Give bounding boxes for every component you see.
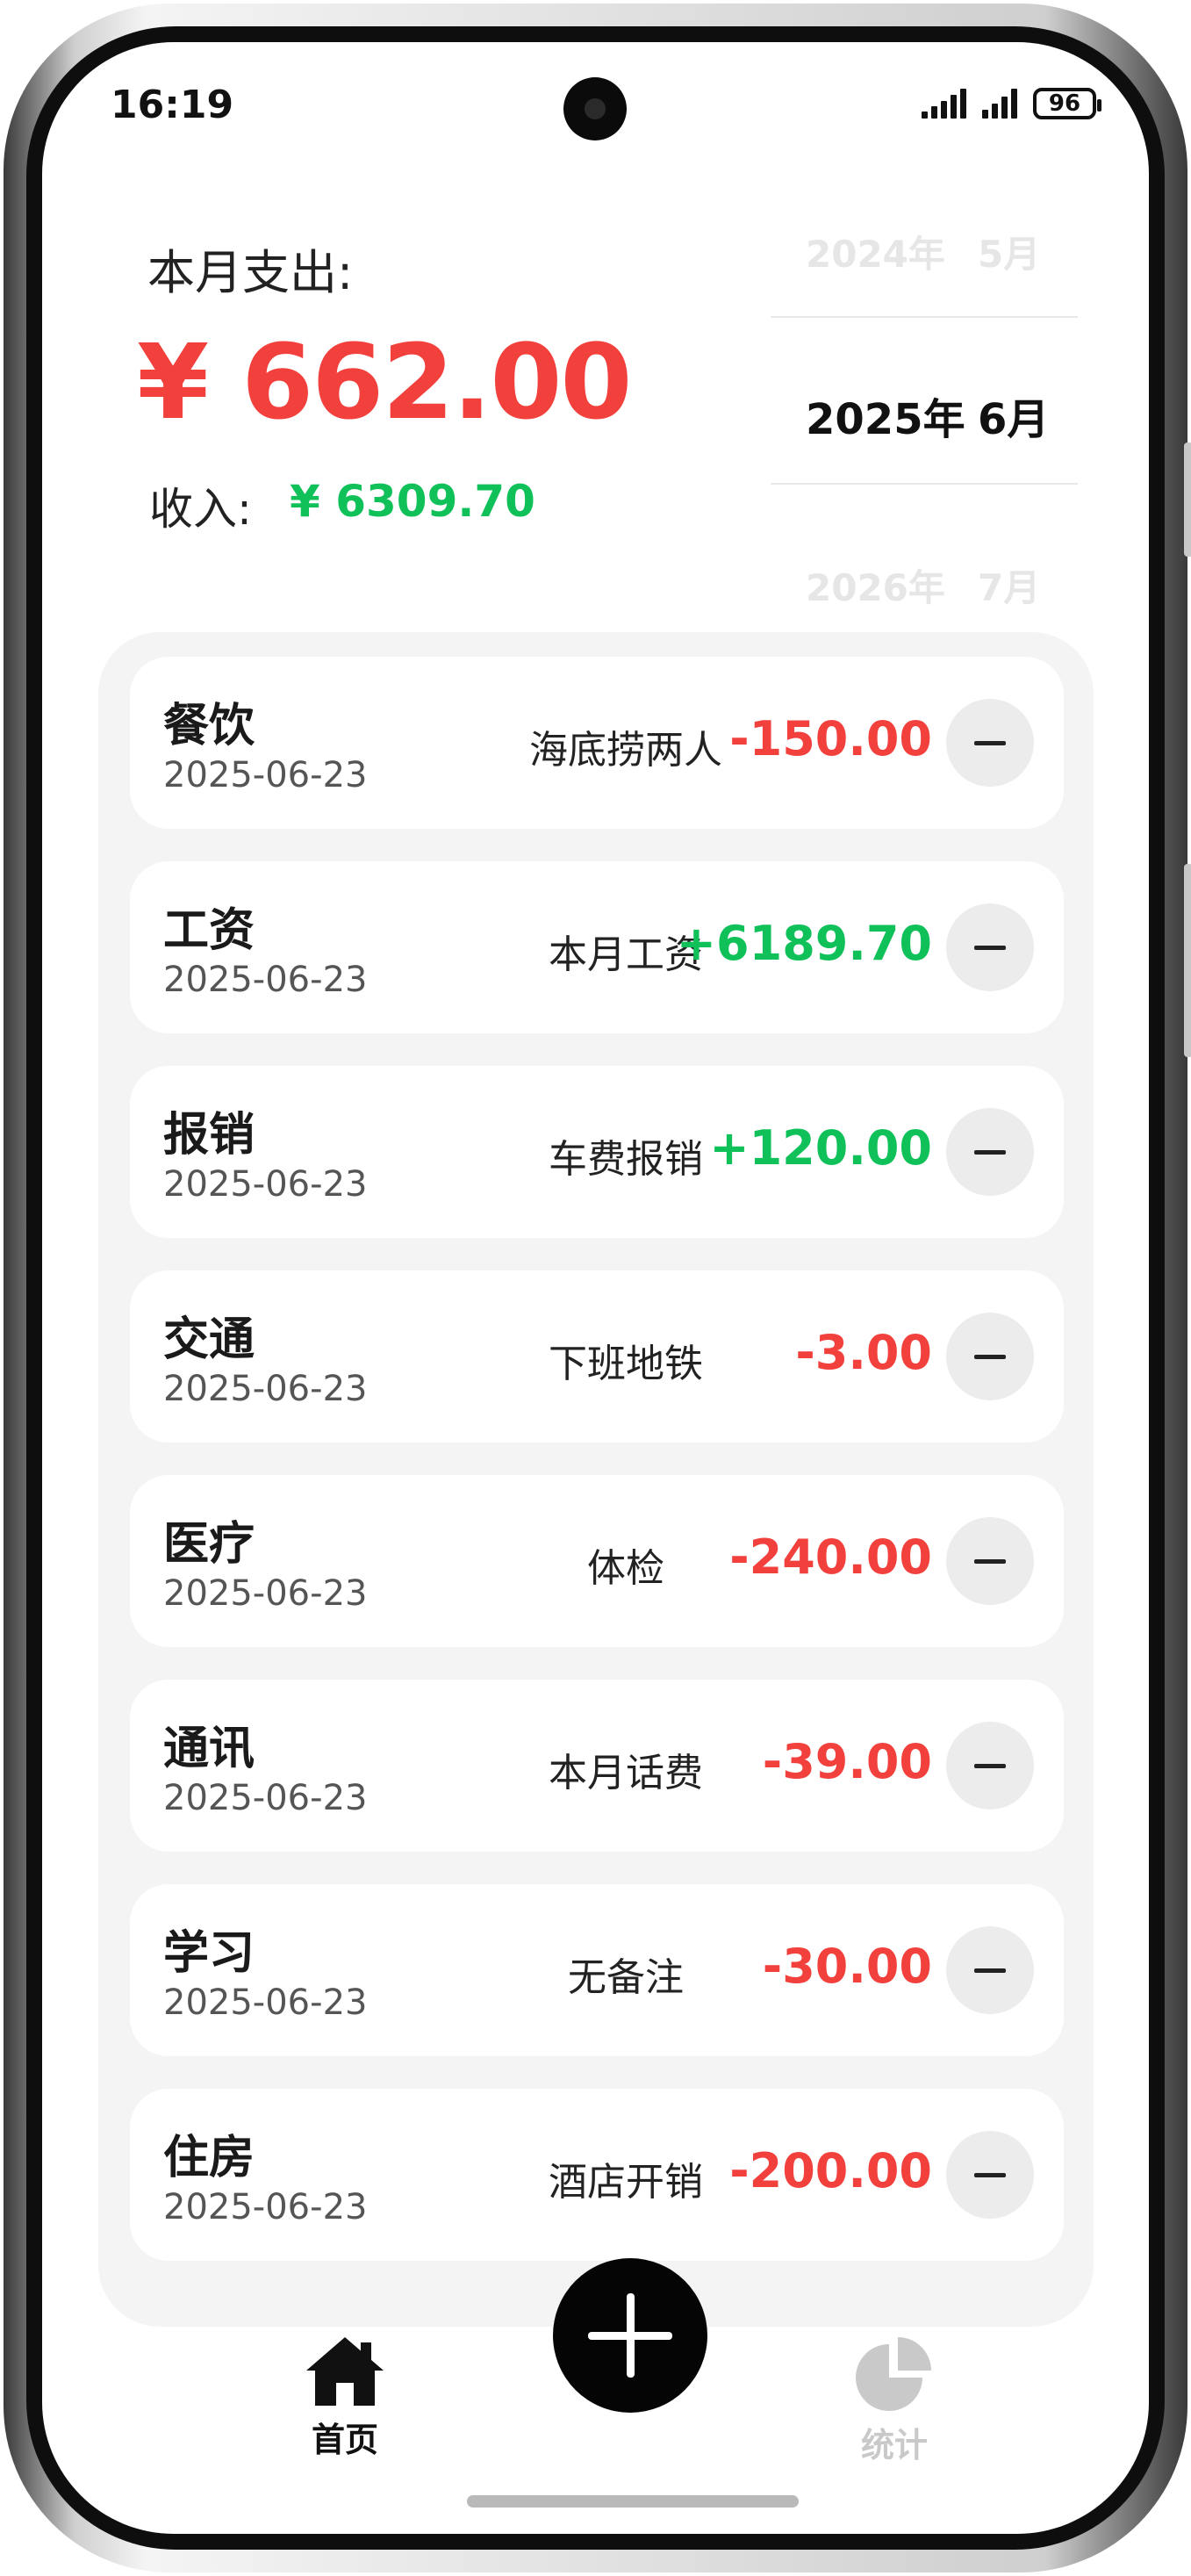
plus-icon [626, 2293, 635, 2378]
minus-icon [974, 1149, 1006, 1155]
record-card[interactable]: 交通 2025-06-23 下班地铁 -3.00 [130, 1270, 1064, 1443]
record-card[interactable]: 工资 2025-06-23 本月工资 +6189.70 [130, 861, 1064, 1033]
home-indicator[interactable] [467, 2495, 799, 2508]
phone-bezel: 16:19 96 本月支出: ¥ 662.00 收入: ¥ 6309.70 20… [26, 26, 1165, 2550]
record-category: 住房 [163, 2132, 255, 2184]
record-date: 2025-06-23 [163, 1778, 368, 1818]
screen: 16:19 96 本月支出: ¥ 662.00 收入: ¥ 6309.70 20… [42, 42, 1149, 2534]
picker-divider [771, 316, 1078, 318]
record-note: 本月话费 [549, 1751, 703, 1795]
delete-button[interactable] [946, 1722, 1034, 1810]
status-icons: 96 [922, 88, 1101, 119]
delete-button[interactable] [946, 2131, 1034, 2219]
minus-icon [974, 1558, 1006, 1564]
record-card[interactable]: 通讯 2025-06-23 本月话费 -39.00 [130, 1680, 1064, 1852]
record-note: 海底捞两人 [529, 728, 722, 773]
delete-button[interactable] [946, 1926, 1034, 2014]
delete-button[interactable] [946, 1108, 1034, 1196]
record-note: 无备注 [568, 1955, 684, 2000]
signal-icon [922, 89, 966, 119]
record-category: 工资 [163, 904, 255, 957]
record-date: 2025-06-23 [163, 1573, 368, 1614]
record-date: 2025-06-23 [163, 755, 368, 795]
record-card[interactable]: 学习 2025-06-23 无备注 -30.00 [130, 1884, 1064, 2056]
nav-home-label: 首页 [311, 2421, 378, 2459]
record-amount: -3.00 [795, 1325, 932, 1380]
minus-icon [974, 1968, 1006, 1973]
record-category: 学习 [163, 1927, 255, 1980]
front-camera [563, 77, 627, 140]
record-card[interactable]: 医疗 2025-06-23 体检 -240.00 [130, 1475, 1064, 1647]
volume-button [1184, 443, 1191, 557]
minus-icon [974, 1763, 1006, 1768]
pie-chart-icon [856, 2337, 931, 2411]
record-category: 交通 [163, 1313, 255, 1366]
signal-icon [982, 89, 1017, 119]
record-amount: -30.00 [762, 1939, 932, 1994]
power-button [1184, 864, 1191, 1057]
record-card[interactable]: 餐饮 2025-06-23 海底捞两人 -150.00 [130, 657, 1064, 829]
nav-home[interactable]: 首页 [297, 2334, 393, 2461]
status-time: 16:19 [111, 83, 234, 127]
battery-icon: 96 [1033, 88, 1101, 119]
nav-stats-label: 统计 [860, 2426, 928, 2464]
record-date: 2025-06-23 [163, 1369, 368, 1409]
record-date: 2025-06-23 [163, 960, 368, 1000]
delete-button[interactable] [946, 903, 1034, 991]
picker-year: 2025年 [806, 395, 965, 444]
income-label: 收入: [149, 484, 252, 535]
record-amount: -240.00 [729, 1529, 932, 1585]
record-amount: -39.00 [762, 1734, 932, 1789]
picker-year: 2026年 [806, 566, 945, 609]
delete-button[interactable] [946, 1517, 1034, 1605]
record-card[interactable]: 报销 2025-06-23 车费报销 +120.00 [130, 1066, 1064, 1238]
nav-stats[interactable]: 统计 [846, 2334, 943, 2466]
expense-label: 本月支出: [147, 245, 354, 300]
phone-frame: 16:19 96 本月支出: ¥ 662.00 收入: ¥ 6309.70 20… [4, 4, 1191, 2572]
income-amount: ¥ 6309.70 [290, 476, 535, 527]
picker-divider [771, 483, 1078, 485]
record-date: 2025-06-23 [163, 1164, 368, 1205]
record-note: 体检 [587, 1546, 664, 1591]
record-category: 餐饮 [163, 700, 255, 752]
record-category: 报销 [163, 1109, 255, 1162]
add-record-button[interactable] [553, 2258, 707, 2413]
picker-month: 7月 [978, 566, 1041, 609]
record-date: 2025-06-23 [163, 2187, 368, 2227]
record-note: 下班地铁 [549, 1342, 703, 1386]
picker-month: 5月 [978, 233, 1041, 276]
record-category: 通讯 [163, 1723, 255, 1775]
record-category: 医疗 [163, 1518, 255, 1571]
record-date: 2025-06-23 [163, 1982, 368, 2023]
house-icon [306, 2337, 384, 2406]
minus-icon [974, 945, 1006, 950]
delete-button[interactable] [946, 699, 1034, 787]
record-card[interactable]: 住房 2025-06-23 酒店开销 -200.00 [130, 2089, 1064, 2261]
record-amount: -150.00 [729, 711, 932, 766]
record-note: 酒店开销 [549, 2160, 703, 2205]
record-amount: -200.00 [729, 2143, 932, 2198]
picker-year: 2024年 [806, 233, 945, 276]
record-amount: +120.00 [709, 1120, 932, 1176]
minus-icon [974, 740, 1006, 745]
picker-month: 6月 [978, 395, 1050, 444]
record-amount: +6189.70 [676, 916, 932, 971]
minus-icon [974, 1354, 1006, 1359]
minus-icon [974, 2172, 1006, 2177]
delete-button[interactable] [946, 1313, 1034, 1400]
expense-amount: ¥ 662.00 [137, 321, 633, 443]
